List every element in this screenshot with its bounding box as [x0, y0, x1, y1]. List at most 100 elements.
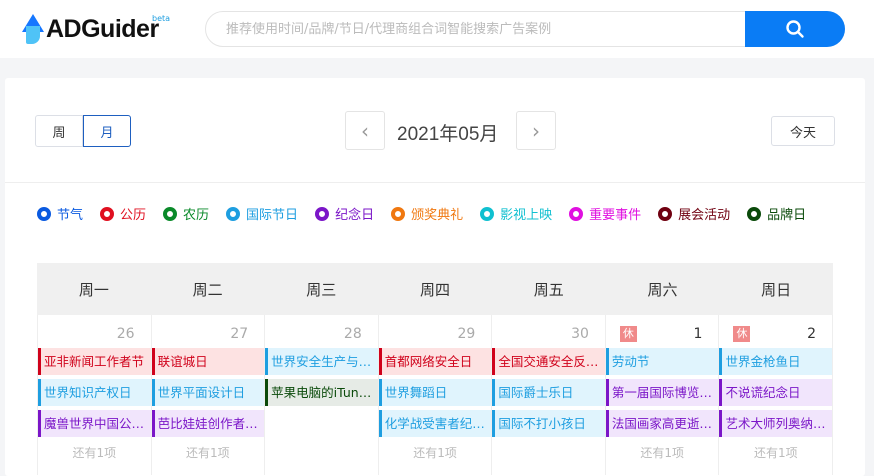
rest-badge: 休	[733, 326, 751, 342]
legend-dot-icon	[391, 206, 406, 221]
legend-dot-icon	[315, 206, 330, 221]
more-events-link[interactable]: 还有1项	[38, 441, 151, 465]
calendar-event[interactable]: 国际不打小孩日	[492, 410, 605, 437]
week-row: 26亚非新闻工作者节世界知识产权日魔兽世界中国公测纪念日还有1项27联谊城日世界…	[37, 315, 834, 475]
calendar-event[interactable]: 国际爵士乐日	[492, 379, 605, 406]
legend-item[interactable]: 重要事件	[569, 205, 642, 223]
search-input[interactable]	[206, 12, 736, 46]
more-events-link[interactable]: 还有1项	[606, 441, 719, 465]
logo-text: ADGuider	[46, 14, 159, 43]
legend-label: 公历	[120, 208, 147, 223]
day-number: 休2	[719, 320, 832, 348]
legend-item[interactable]: 公历	[100, 205, 147, 223]
day-number: 29	[379, 320, 492, 348]
calendar-event[interactable]: 第一届国际博览会开幕	[605, 379, 719, 406]
chevron-right-icon: ›	[532, 118, 540, 143]
weekday-header: 周一 周二 周三 周四 周五 周六 周日	[37, 263, 833, 315]
view-month-button[interactable]: 月	[83, 115, 131, 147]
day-cell[interactable]: 休1劳动节第一届国际博览会开幕法国画家高更逝世纪念日还有1项	[605, 315, 720, 475]
more-events-link[interactable]: 还有1项	[719, 441, 832, 465]
legend-label: 纪念日	[335, 208, 375, 223]
weekday-label: 周六	[647, 280, 678, 299]
day-number-text: 27	[230, 326, 249, 342]
calendar-card: 周 月 ‹ 2021年05月 › 今天 节气 公历 农历 国际节日 纪念日 颁奖典礼 影视上…	[5, 78, 865, 476]
day-number-text: 28	[343, 326, 362, 342]
prev-month-button[interactable]: ‹	[345, 111, 385, 150]
month-title: 2021年05月	[397, 124, 499, 145]
legend-label: 农历	[183, 208, 210, 223]
day-cell[interactable]: 29 首都网络安全日 世界舞蹈日化学战受害者纪念日 还有1项	[378, 315, 493, 475]
day-number-text: 26	[116, 326, 135, 342]
calendar-event[interactable]: 世界知识产权日	[38, 379, 151, 406]
calendar-event[interactable]: 首都网络安全日	[378, 348, 492, 375]
calendar-event[interactable]: 世界舞蹈日	[378, 379, 492, 406]
legend-item[interactable]: 展会活动	[658, 205, 730, 223]
calendar-event[interactable]: 世界平面设计日	[151, 379, 265, 406]
search-icon	[786, 20, 804, 38]
weekday-label: 周一	[78, 280, 109, 299]
calendar-event[interactable]: 联谊城日	[151, 348, 265, 375]
beta-badge: beta	[152, 14, 171, 23]
legend-item[interactable]: 纪念日	[315, 205, 375, 223]
day-cell[interactable]: 28 世界安全生产与健康日苹果电脑的iTunes音乐商店上线	[265, 315, 379, 475]
day-number: 休1	[606, 320, 719, 348]
legend-dot-icon	[747, 206, 762, 221]
legend-dot-icon	[163, 206, 178, 221]
day-number: 30	[492, 320, 605, 348]
legend-label: 品牌日	[767, 208, 807, 223]
month-calendar: 周一 周二 周三 周四 周五 周六 周日 26 亚非新闻工作者节 世界知识产权日 魔兽世界中国公测…	[37, 263, 834, 475]
legend-dot-icon	[480, 206, 495, 221]
legend-item[interactable]: 节气	[37, 205, 84, 223]
search-button[interactable]	[745, 11, 845, 47]
legend-item[interactable]: 颁奖典礼	[391, 205, 464, 223]
weekday-label: 周五	[533, 280, 564, 299]
logo-icon	[18, 12, 44, 46]
day-number: 26	[38, 320, 151, 348]
today-button[interactable]: 今天	[771, 116, 835, 146]
weekday-label: 周三	[306, 280, 337, 299]
legend-label: 影视上映	[500, 208, 553, 223]
legend-item[interactable]: 品牌日	[747, 205, 807, 223]
calendar-event[interactable]: 芭比娃娃创作者露丝诞辰	[151, 410, 265, 437]
legend-item[interactable]: 农历	[163, 205, 210, 223]
calendar-event[interactable]: 艺术大师列奥纳多逝世纪念日	[719, 410, 833, 437]
day-number-text: 1	[693, 326, 703, 342]
day-number-text: 2	[807, 326, 817, 342]
legend-label: 国际节日	[246, 208, 299, 223]
calendar-event[interactable]: 世界金枪鱼日	[719, 348, 833, 375]
view-toggle: 周 月	[35, 115, 131, 147]
legend-item[interactable]: 国际节日	[226, 205, 299, 223]
calendar-event[interactable]: 亚非新闻工作者节	[38, 348, 151, 375]
legend-label: 节气	[57, 208, 84, 223]
day-number: 27	[152, 320, 265, 348]
legend-dot-icon	[658, 206, 673, 221]
calendar-event[interactable]: 劳动节	[605, 348, 719, 375]
calendar-event[interactable]: 不说谎纪念日	[719, 379, 833, 406]
more-events-link[interactable]: 还有1项	[152, 441, 265, 465]
day-number: 28	[265, 320, 378, 348]
calendar-event[interactable]: 全国交通安全反思日	[492, 348, 605, 375]
rest-badge: 休	[619, 326, 637, 342]
calendar-event[interactable]: 法国画家高更逝世纪念日	[605, 410, 719, 437]
legend-label: 重要事件	[589, 208, 642, 223]
calendar-event[interactable]: 世界安全生产与健康日	[265, 348, 378, 375]
calendar-event[interactable]: 魔兽世界中国公测纪念日	[38, 410, 151, 437]
day-cell[interactable]: 27 联谊城日世界平面设计日芭比娃娃创作者露丝诞辰还有1项	[151, 315, 266, 475]
next-month-button[interactable]: ›	[516, 111, 556, 150]
legend-item[interactable]: 影视上映	[480, 205, 553, 223]
more-events-link[interactable]: 还有1项	[379, 441, 492, 465]
weekday-label: 周二	[192, 280, 223, 299]
legend-label: 颁奖典礼	[411, 208, 464, 223]
day-cell[interactable]: 26 亚非新闻工作者节世界知识产权日魔兽世界中国公测纪念日还有1项	[37, 315, 152, 475]
day-cell[interactable]: 30 全国交通安全反思日 国际爵士乐日 国际不打小孩日	[492, 315, 606, 475]
logo[interactable]: ADGuider beta	[18, 12, 170, 46]
category-legend: 节气 公历 农历 国际节日 纪念日 颁奖典礼 影视上映 重要事件 展会活动 品牌日	[37, 205, 827, 223]
calendar-event[interactable]: 苹果电脑的iTunes音乐商店上线	[265, 379, 378, 406]
calendar-event[interactable]: 化学战受害者纪念日	[378, 410, 492, 437]
chevron-left-icon: ‹	[361, 118, 369, 143]
legend-dot-icon	[100, 206, 115, 221]
view-week-button[interactable]: 周	[35, 115, 83, 147]
day-number-text: 30	[571, 326, 589, 342]
day-cell[interactable]: 休2世界金枪鱼日不说谎纪念日艺术大师列奥纳多逝世纪念日还有1项	[719, 315, 834, 475]
top-header: ADGuider beta	[0, 0, 874, 58]
